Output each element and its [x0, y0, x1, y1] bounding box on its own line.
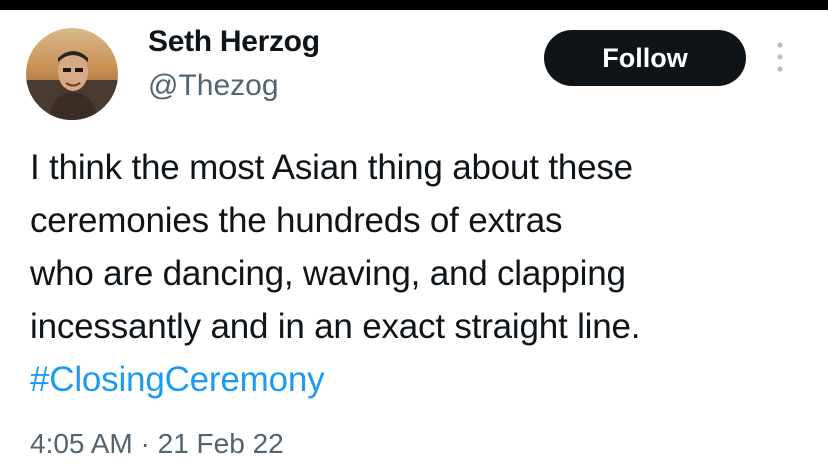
tweet-card: Seth Herzog @Thezog Follow I think the m…: [0, 0, 828, 466]
avatar[interactable]: [26, 28, 118, 120]
tweet-text-line: incessantly and in an exact straight lin…: [30, 307, 641, 346]
top-edge-bar: [0, 0, 828, 10]
follow-button[interactable]: Follow: [544, 30, 746, 86]
tweet-text: I think the most Asian thing about these…: [30, 141, 820, 406]
author-handle[interactable]: @Thezog: [148, 69, 279, 103]
tweet-text-line: who are dancing, waving, and clapping: [30, 254, 626, 293]
tweet-time: 4:05 AM: [30, 428, 133, 459]
avatar-photo: [26, 28, 118, 120]
hashtag-link[interactable]: #ClosingCeremony: [30, 353, 820, 406]
tweet-text-line: I think the most Asian thing about these: [30, 148, 633, 187]
tweet-text-line: ceremonies the hundreds of extras: [30, 201, 563, 240]
timestamp-separator: ·: [140, 428, 150, 459]
author-display-name[interactable]: Seth Herzog: [148, 25, 320, 59]
tweet-date: 21 Feb 22: [157, 428, 284, 459]
more-vertical-icon[interactable]: [771, 40, 789, 74]
tweet-timestamp[interactable]: 4:05 AM · 21 Feb 22: [30, 428, 284, 460]
